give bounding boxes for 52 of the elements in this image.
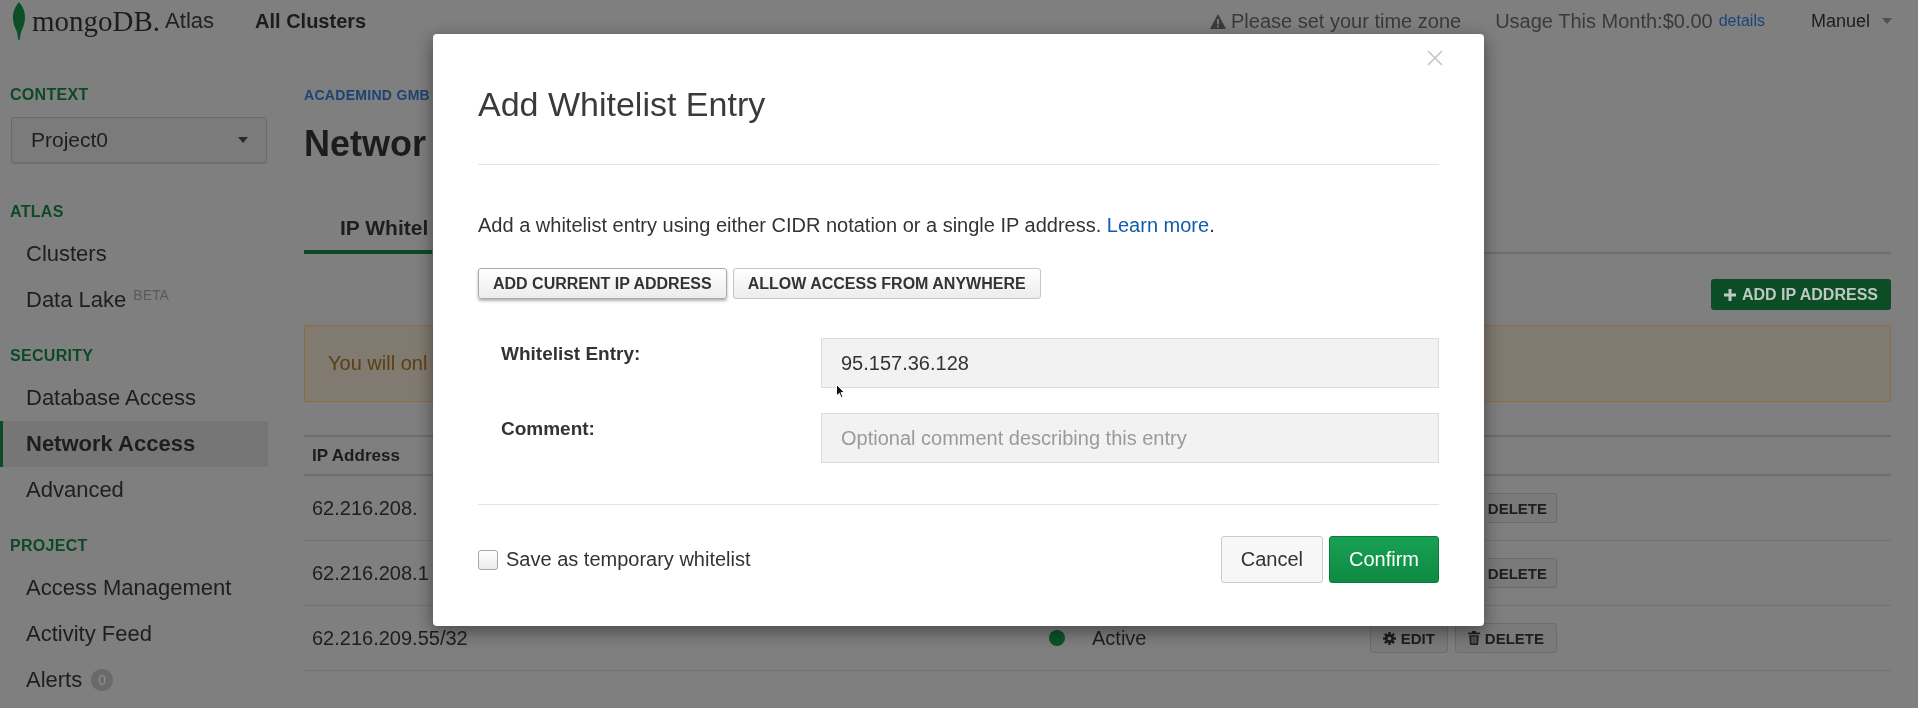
section-heading: PROJECT xyxy=(9,537,88,555)
preset-button[interactable]: ADD CURRENT IP ADDRESS xyxy=(478,268,727,299)
status-text: Active xyxy=(1092,626,1147,650)
column-header: IP Address xyxy=(312,445,400,466)
ip-address-text: 62.216.209.55/32 xyxy=(312,626,468,649)
timezone-notice: Please set your time zone xyxy=(1231,9,1462,33)
delete-button[interactable]: DELETE xyxy=(1487,493,1557,523)
description-text: Add a whitelist entry using either CIDR notation or a single IP address. Learn more. xyxy=(478,213,1215,237)
field-label: Whitelist Entry: xyxy=(501,343,641,365)
trash-icon xyxy=(1467,631,1480,645)
sidebar-item[interactable]: Activity Feed xyxy=(0,611,268,657)
caret-icon xyxy=(1882,18,1892,24)
checkbox-label: Save as temporary whitelist xyxy=(506,548,751,571)
confirm-button[interactable]: Confirm xyxy=(1329,536,1439,583)
plus-icon xyxy=(1723,288,1736,301)
details-link[interactable]: details xyxy=(1718,12,1765,30)
learn-more-link[interactable]: Learn more xyxy=(1106,214,1210,236)
checkbox[interactable] xyxy=(478,549,498,570)
ip-address-text: 62.216.208. xyxy=(312,496,418,519)
notice-text: You will onl xyxy=(328,352,428,375)
input-field[interactable]: 95.157.36.128 xyxy=(821,338,1439,388)
sidebar-item[interactable]: Access Management xyxy=(0,565,268,611)
logo-wordmark: mongoDB. xyxy=(32,4,161,38)
breadcrumb-link[interactable]: All Clusters xyxy=(255,9,367,33)
sidebar-item[interactable]: Network Access xyxy=(0,421,268,467)
sidebar-item[interactable]: Advanced xyxy=(0,467,268,513)
section-heading: CONTEXT xyxy=(9,86,89,104)
sidebar-item[interactable]: Clusters xyxy=(0,231,268,277)
section-heading: ATLAS xyxy=(9,203,64,221)
section-heading: SECURITY xyxy=(9,347,94,365)
delete-button[interactable]: DELETE xyxy=(1487,558,1557,588)
field-label: Comment: xyxy=(501,418,595,440)
warning-icon xyxy=(1210,13,1227,29)
organization-label: ACADEMIND GMB xyxy=(304,86,430,104)
input-field[interactable]: Optional comment describing this entry xyxy=(821,413,1439,463)
gear-icon xyxy=(1382,631,1396,645)
mouse-cursor-icon xyxy=(836,384,845,398)
usage-text: Usage This Month:$0.00 xyxy=(1495,9,1713,33)
ip-address-text: 62.216.208.1 xyxy=(312,561,429,584)
delete-button[interactable]: DELETE xyxy=(1454,623,1557,653)
preset-button[interactable]: ALLOW ACCESS FROM ANYWHERE xyxy=(732,268,1041,299)
product-name: Atlas xyxy=(165,8,214,34)
user-menu[interactable]: Manuel xyxy=(1810,10,1892,32)
cancel-button[interactable]: Cancel xyxy=(1220,536,1323,583)
add-ip-button[interactable]: ADD IP ADDRESS xyxy=(1710,279,1891,310)
page-heading: Networ xyxy=(304,123,426,165)
sidebar-item[interactable]: Database Access xyxy=(0,375,268,421)
dialog-title: Add Whitelist Entry xyxy=(478,84,766,124)
leaf-icon xyxy=(10,2,28,40)
close-icon xyxy=(1427,50,1443,66)
project-dropdown[interactable]: Project0 xyxy=(11,117,267,163)
caret-icon xyxy=(238,137,248,143)
